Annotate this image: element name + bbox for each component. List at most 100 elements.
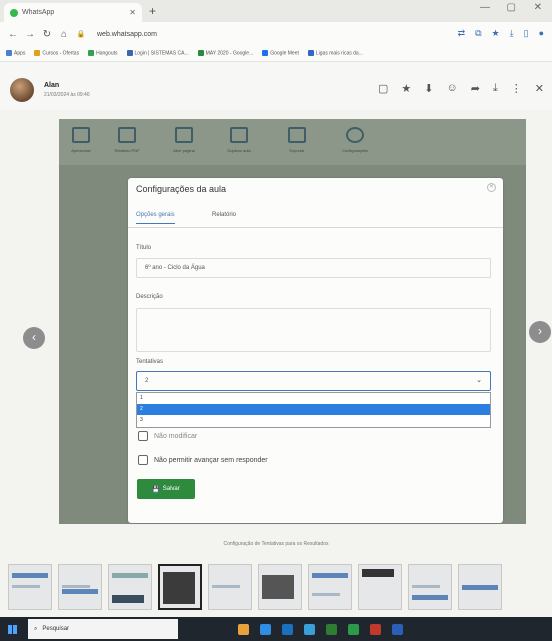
maximize-icon[interactable]: ▢ xyxy=(507,2,516,13)
bookmark-item[interactable]: Google Meet xyxy=(262,50,299,57)
sender-name: Alan xyxy=(44,82,60,89)
checkbox[interactable] xyxy=(138,455,148,465)
media-thumbnail[interactable] xyxy=(258,564,302,610)
toolbar-item[interactable]: Relatório PDF xyxy=(107,127,147,153)
meet-icon xyxy=(262,50,269,57)
translate-icon[interactable]: ⇄ xyxy=(458,28,466,39)
attempts-label: Tentativas xyxy=(136,359,164,365)
toolbar-item[interactable]: Duplicar aula xyxy=(219,127,259,153)
avatar[interactable] xyxy=(10,78,34,102)
apps-icon xyxy=(6,50,12,57)
sidebar-icon[interactable]: ▯ xyxy=(524,28,529,39)
bookmark-item[interactable]: Login | SISTEMAS CA... xyxy=(126,50,189,57)
description-input[interactable] xyxy=(136,308,491,352)
react-icon[interactable]: ☺ xyxy=(446,82,457,95)
forward-icon[interactable]: ➦ xyxy=(471,82,480,95)
store-icon[interactable] xyxy=(282,623,293,635)
description-label: Descrição xyxy=(136,294,163,300)
file-explorer-icon[interactable] xyxy=(238,623,249,635)
url-field[interactable]: web.whatsapp.com xyxy=(97,31,157,38)
media-thumbnails xyxy=(0,560,552,614)
star-icon[interactable]: ★ xyxy=(401,82,411,95)
open-chat-icon[interactable]: ▢ xyxy=(378,82,388,95)
forward-icon[interactable]: → xyxy=(23,29,37,40)
save-icon: 💾 xyxy=(152,486,160,493)
media-thumbnail[interactable] xyxy=(108,564,152,610)
media-thumbnail[interactable] xyxy=(308,564,352,610)
media-image: Apresentar Relatório PDF Abrir página Du… xyxy=(59,119,526,524)
address-bar: ← → ↻ ⌂ 🔒 web.whatsapp.com ⇄ ⧉ ★ ⤓ ▯ ● xyxy=(0,22,552,46)
pin-icon[interactable]: ⬇ xyxy=(424,82,433,95)
sent-timestamp: 21/03/2024 às 09:46 xyxy=(44,92,90,98)
extension-icon[interactable]: ⧉ xyxy=(475,28,481,39)
back-icon[interactable]: ← xyxy=(6,29,20,40)
save-button[interactable]: 💾 Salvar xyxy=(137,479,195,499)
toolbar-item[interactable]: Exportar xyxy=(277,127,317,153)
home-icon[interactable]: ⌂ xyxy=(57,29,71,40)
no-skip-checkbox-row[interactable]: Não permitir avançar sem responder xyxy=(138,455,268,465)
bookmark-item[interactable]: Ligas mais ricas da... xyxy=(307,50,363,57)
toolbar-item[interactable]: Configurações xyxy=(335,127,375,153)
title-input[interactable]: 6º ano - Ciclo da Água xyxy=(136,258,491,278)
media-thumbnail[interactable] xyxy=(408,564,452,610)
attempts-option[interactable]: 1 xyxy=(137,393,490,404)
tab-report[interactable]: Relatório xyxy=(212,212,236,218)
page-icon xyxy=(175,127,193,143)
attempts-option-selected[interactable]: 2 xyxy=(137,404,490,415)
media-thumbnail[interactable] xyxy=(8,564,52,610)
media-thumbnail-active[interactable] xyxy=(158,564,202,610)
windows-start-icon[interactable] xyxy=(0,617,24,641)
address-actions: ⇄ ⧉ ★ ⤓ ▯ ● xyxy=(458,28,544,39)
hidden-checkbox-row[interactable]: Não modificar xyxy=(138,431,197,441)
word-icon[interactable] xyxy=(392,623,403,635)
download-icon[interactable]: ⤓ xyxy=(510,28,514,39)
checkbox-label: Não modificar xyxy=(154,432,198,440)
profile-icon[interactable]: ● xyxy=(539,28,544,39)
duplicate-icon xyxy=(230,127,248,143)
media-thumbnail[interactable] xyxy=(458,564,502,610)
app-icon[interactable] xyxy=(326,623,337,635)
whatsapp-icon xyxy=(10,8,18,17)
bookmark-icon xyxy=(307,50,314,57)
toolbar-item[interactable]: Apresentar xyxy=(61,127,101,153)
close-icon[interactable]: ✕ xyxy=(535,82,544,95)
media-thumbnail[interactable] xyxy=(208,564,252,610)
bookmark-item[interactable]: Cursos - Ofertas xyxy=(34,50,79,57)
taskbar-search[interactable]: ⌕ Pesquisar xyxy=(28,619,178,639)
close-icon[interactable]: ✕ xyxy=(487,183,496,192)
powerpoint-icon[interactable] xyxy=(370,623,381,635)
bookmark-star-icon[interactable]: ★ xyxy=(492,28,500,39)
bookmark-item[interactable]: MAY 2020 - Google... xyxy=(197,50,253,57)
attempts-option[interactable]: 3 xyxy=(137,415,490,426)
next-media-button[interactable]: › xyxy=(529,321,551,343)
reload-icon[interactable]: ↻ xyxy=(40,29,54,40)
monitor-icon xyxy=(72,127,90,143)
close-tab-icon[interactable]: ✕ xyxy=(129,8,136,17)
browser-tab-whatsapp[interactable]: WhatsApp ✕ xyxy=(4,3,142,22)
mail-icon[interactable] xyxy=(304,623,315,635)
close-window-icon[interactable]: ✕ xyxy=(534,2,542,13)
tab-title: WhatsApp xyxy=(22,9,55,16)
media-thumbnail[interactable] xyxy=(58,564,102,610)
media-caption: Configuração de Tentativas para os Resul… xyxy=(223,541,329,547)
toolbar-item[interactable]: Abrir página xyxy=(164,127,204,153)
tab-general-options[interactable]: Opções gerais xyxy=(136,212,175,224)
media-thumbnail[interactable] xyxy=(358,564,402,610)
chevron-down-icon: ⌄ xyxy=(476,377,482,384)
settings-dialog: Configurações da aula ✕ Opções gerais Re… xyxy=(128,178,503,523)
new-tab-button[interactable]: + xyxy=(149,4,156,18)
download-icon[interactable]: ⤓ xyxy=(493,82,498,95)
checkbox[interactable] xyxy=(138,431,148,441)
attempts-select[interactable]: 2 ⌄ xyxy=(136,371,491,391)
search-icon: ⌕ xyxy=(34,625,38,632)
minimize-icon[interactable]: — xyxy=(480,2,490,13)
menu-icon[interactable]: ⋮ xyxy=(511,82,522,95)
lock-icon: 🔒 xyxy=(76,31,86,38)
bookmark-item[interactable]: Hangouts xyxy=(88,50,118,57)
previous-media-button[interactable]: ‹ xyxy=(23,327,45,349)
bookmark-item[interactable]: Apps xyxy=(6,50,25,57)
edge-icon[interactable] xyxy=(260,623,271,635)
title-label: Título xyxy=(136,245,152,251)
excel-icon[interactable] xyxy=(348,623,359,635)
attempts-selected-value: 2 xyxy=(145,378,149,384)
